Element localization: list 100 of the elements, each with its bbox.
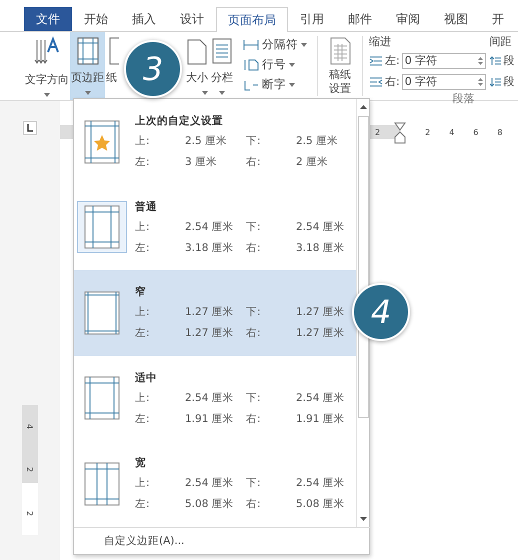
ribbon-button[interactable]: 分隔符: [241, 36, 309, 53]
margin-value: 1.91 厘米: [185, 412, 235, 426]
ribbon-button[interactable]: 页边距: [70, 32, 105, 100]
ribbon-button[interactable]: 行号: [241, 56, 309, 73]
margin-value: 1.91 厘米: [296, 412, 346, 426]
spin-arrows-icon: [478, 78, 483, 86]
margin-value: 2.54 厘米: [296, 390, 346, 405]
margin-label: 右:: [246, 412, 262, 426]
margin-value: 1.27 厘米: [296, 305, 346, 320]
margin-value: 1.27 厘米: [185, 305, 235, 320]
ribbon-tab[interactable]: 插入: [120, 7, 168, 31]
line-numbers-icon: [244, 59, 258, 70]
preset-title: 适中: [135, 370, 158, 385]
page-icon: [188, 40, 206, 64]
page-icon: [110, 38, 119, 64]
ribbon-tab[interactable]: 邮件: [336, 7, 384, 31]
caret-icon: [289, 82, 295, 86]
ribbon-tab[interactable]: 页面布局: [216, 7, 288, 32]
margin-preview-icon: [84, 462, 120, 506]
caret-icon: [84, 91, 90, 95]
margin-label: 右:: [246, 497, 262, 512]
columns-icon: [212, 38, 232, 64]
margin-label: 下:: [246, 220, 262, 234]
margin-preset-item[interactable]: 宽 上: 2.54 厘米 下: 2.54 厘米 左: 5.08 厘米 右: 5.08 厘米: [74, 441, 356, 526]
margin-preset-item[interactable]: 适中 上: 2.54 厘米 下: 2.54 厘米 左: 1.91 厘米 右: 1.91 厘米: [74, 356, 356, 441]
indent-label: 缩进: [369, 34, 392, 49]
margin-value: 2.54 厘米: [296, 220, 346, 234]
group-label: 段落: [452, 91, 476, 106]
ribbon-button[interactable]: 断字: [241, 76, 309, 93]
breaks-icon: [244, 39, 258, 50]
margin-value: 3.18 厘米: [296, 240, 346, 255]
scroll-down-icon[interactable]: [360, 516, 367, 520]
margin-preset-item[interactable]: 窄 上: 1.27 厘米 下: 1.27 厘米 左: 1.27 厘米 右: 1.27 厘米: [74, 270, 356, 356]
spacing-after-icon: [490, 77, 502, 86]
ribbon-button[interactable]: 纸: [105, 32, 119, 100]
tab-selector-icon[interactable]: [23, 121, 37, 135]
spin-arrows-icon: [478, 56, 483, 64]
indent-left-icon: [370, 56, 382, 65]
margin-label: 左:: [135, 326, 151, 340]
indent-marker-icon: [394, 122, 406, 144]
ribbon-button[interactable]: 分栏: [209, 32, 235, 100]
preset-title: 普通: [135, 200, 158, 214]
ribbon-tab[interactable]: 视图: [432, 7, 480, 31]
margin-label: 左:: [135, 240, 151, 255]
field-label: 段: [504, 53, 515, 68]
margin-label: 右:: [246, 326, 262, 340]
caret-icon: [202, 91, 208, 95]
vertical-ruler: 4 2 2: [22, 405, 38, 535]
margin-preview-icon: [84, 291, 120, 334]
margin-value: 5.08 厘米: [296, 497, 346, 512]
page-margins-icon: [77, 38, 98, 64]
margin-preview-icon: [84, 120, 120, 164]
hyphenation-icon: [244, 80, 258, 90]
margin-label: 左:: [135, 412, 151, 426]
margin-value: 2.54 厘米: [185, 476, 235, 490]
step-number-badge: 4: [352, 283, 410, 341]
spacing-label: 间距: [490, 34, 513, 49]
margin-value: 2.54 厘米: [185, 390, 235, 405]
indent-field[interactable]: 0 字符: [402, 74, 486, 90]
ribbon-tab[interactable]: 引用: [288, 7, 336, 31]
ribbon-tab[interactable]: 开始: [72, 7, 120, 31]
ribbon-tab[interactable]: 设计: [168, 7, 216, 31]
margin-label: 上:: [135, 305, 151, 320]
ribbon-tab[interactable]: 开: [480, 7, 516, 31]
scroll-up-icon[interactable]: [360, 105, 367, 109]
indent-field[interactable]: 0 字符: [402, 52, 486, 68]
caret-icon: [289, 62, 295, 66]
margin-label: 右:: [246, 240, 262, 255]
text-direction-icon: [34, 36, 59, 64]
file-tab[interactable]: 文件: [24, 7, 72, 31]
margin-value: 3 厘米: [185, 155, 218, 170]
margin-preview-icon: [84, 376, 120, 420]
margin-value: 5.08 厘米: [185, 497, 235, 512]
margin-label: 右:: [246, 155, 262, 170]
margin-value: 1.27 厘米: [185, 326, 235, 340]
margin-preview-icon: [84, 206, 120, 249]
margin-label: 左:: [135, 497, 151, 512]
margin-value: 2 厘米: [296, 155, 330, 170]
margin-preset-item[interactable]: 普通 上: 2.54 厘米 下: 2.54 厘米 左: 3.18 厘米 右: 3.18 厘米: [74, 184, 356, 270]
indent-right-icon: [370, 77, 382, 86]
margin-label: 上:: [135, 220, 151, 234]
caret-icon: [219, 91, 225, 95]
custom-margins-link[interactable]: 自定义边距(A)...: [104, 534, 184, 548]
caret-icon: [44, 93, 50, 97]
preset-title: 宽: [135, 456, 147, 470]
preset-title: 窄: [135, 285, 147, 300]
margin-value: 2.54 厘米: [185, 220, 235, 234]
margin-label: 上:: [135, 476, 151, 490]
field-label: 右:: [385, 74, 400, 89]
field-label: 段: [504, 74, 515, 89]
ribbon-button[interactable]: 文字方向: [24, 32, 70, 100]
margin-label: 上:: [135, 390, 151, 405]
margin-label: 左:: [135, 155, 151, 170]
field-label: 左:: [385, 53, 400, 68]
ribbon-tab[interactable]: 审阅: [384, 7, 432, 31]
caret-icon: [301, 42, 307, 46]
ribbon-button[interactable]: 大小: [181, 32, 209, 100]
margin-value: 1.27 厘米: [296, 326, 346, 340]
margin-label: 下:: [246, 390, 262, 405]
margin-value: 3.18 厘米: [185, 240, 235, 255]
